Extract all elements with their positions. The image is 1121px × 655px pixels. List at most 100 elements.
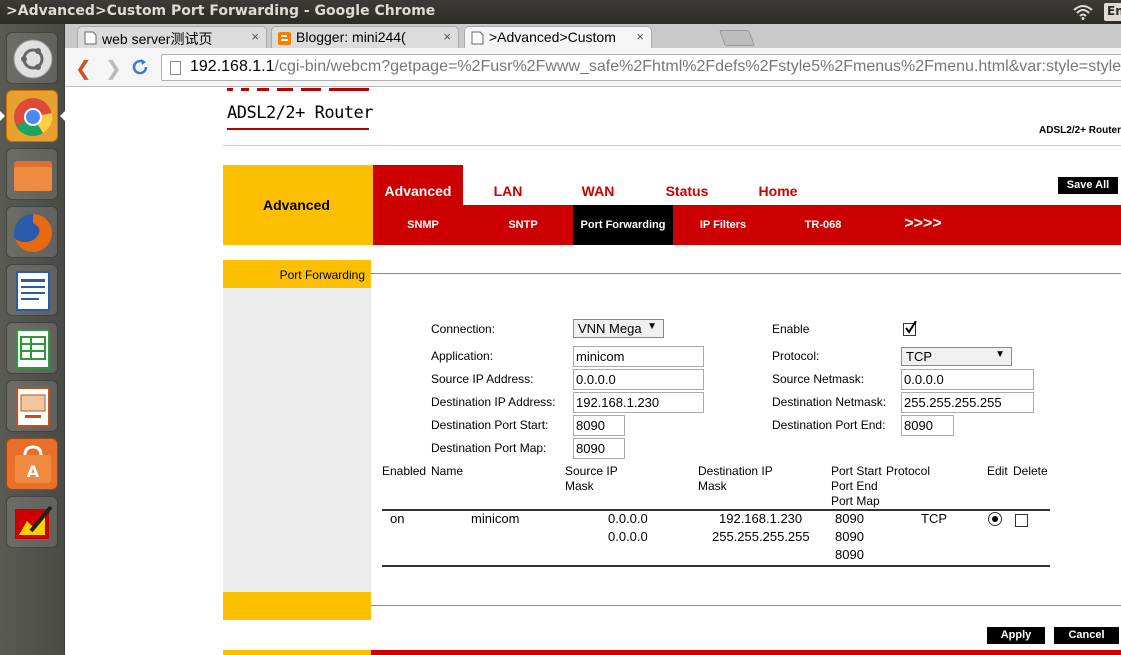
row-port-end: 8090 <box>835 529 864 544</box>
subtab-tr068[interactable]: TR-068 <box>773 205 873 245</box>
main-nav: Advanced LAN WAN Status Home <box>373 165 1121 205</box>
files-icon[interactable] <box>6 148 58 200</box>
chrome-icon[interactable] <box>6 90 58 142</box>
source-ip-input[interactable]: 0.0.0.0 <box>573 369 704 390</box>
close-icon[interactable]: × <box>251 29 259 44</box>
tab-home[interactable]: Home <box>743 165 813 205</box>
tab-lan[interactable]: LAN <box>473 165 543 205</box>
port-start-label: Destination Port Start: <box>431 418 549 432</box>
dropdown-caret-icon: ▼ <box>995 349 1005 360</box>
col-port-end: Port End <box>831 479 878 493</box>
window-title: >Advanced>Custom Port Forwarding - Googl… <box>6 3 436 19</box>
enable-checkbox[interactable] <box>903 321 917 336</box>
sub-nav: SNMP SNTP Port Forwarding IP Filters TR-… <box>373 205 1121 245</box>
logo-dash <box>301 88 321 91</box>
row-port-start: 8090 <box>835 511 864 526</box>
row-enabled: on <box>390 511 405 526</box>
destination-netmask-label: Destination Netmask: <box>772 395 887 409</box>
left-panel <box>223 288 371 592</box>
launcher: A <box>0 24 65 655</box>
logo-dash <box>277 88 293 91</box>
destination-ip-label: Destination IP Address: <box>431 395 556 409</box>
divider <box>371 605 1121 606</box>
col-destination-ip: Destination IP <box>698 464 773 478</box>
bottom-yellow-strip <box>223 650 371 655</box>
tab-label: Blogger: mini244( <box>296 29 406 45</box>
row-source-mask: 0.0.0.0 <box>608 529 648 544</box>
port-map-input[interactable]: 8090 <box>573 438 625 459</box>
destination-netmask-input[interactable]: 255.255.255.255 <box>901 392 1034 413</box>
paint-icon[interactable] <box>6 496 58 548</box>
new-tab-button[interactable] <box>719 30 755 46</box>
footer-bar <box>223 592 371 620</box>
port-start-input[interactable]: 8090 <box>573 415 625 436</box>
tab-strip: web server测试页 × Blogger: mini244( × >Adv… <box>65 24 1121 49</box>
page-title: Port Forwarding <box>279 268 365 282</box>
port-end-input[interactable]: 8090 <box>901 415 954 436</box>
source-netmask-input[interactable]: 0.0.0.0 <box>901 369 1034 390</box>
col-source-ip: Source IP <box>565 464 618 478</box>
tab-label: >Advanced>Custom <box>489 29 616 45</box>
source-netmask-label: Source Netmask: <box>772 372 865 386</box>
tab-status[interactable]: Status <box>651 165 723 205</box>
protocol-value: TCP <box>906 349 932 364</box>
apply-button[interactable]: Apply <box>987 627 1045 644</box>
calc-icon[interactable] <box>6 322 58 374</box>
protocol-select[interactable]: TCP ▼ <box>901 347 1012 366</box>
close-icon[interactable]: × <box>636 29 644 44</box>
row-name: minicom <box>471 511 520 526</box>
wifi-icon[interactable] <box>1072 4 1094 20</box>
subtab-ip-filters[interactable]: IP Filters <box>673 205 773 245</box>
software-center-icon[interactable]: A <box>6 438 58 490</box>
row-destination-mask: 255.255.255.255 <box>712 529 810 544</box>
application-input[interactable]: minicom <box>573 346 704 367</box>
logo-underline <box>227 128 369 130</box>
subtab-snmp[interactable]: SNMP <box>373 205 473 245</box>
subtab-sntp[interactable]: SNTP <box>473 205 573 245</box>
connection-select[interactable]: VNN Mega ▼ <box>573 319 664 338</box>
col-protocol: Protocol <box>886 464 931 478</box>
router-logo: ADSL2/2+ Router <box>227 103 374 123</box>
protocol-label: Protocol: <box>772 349 820 363</box>
close-icon[interactable]: × <box>443 29 451 44</box>
writer-icon[interactable] <box>6 264 58 316</box>
url-host: 192.168.1.1 <box>190 58 275 75</box>
page-icon <box>170 61 181 75</box>
reload-icon[interactable] <box>131 58 149 76</box>
tab-wan[interactable]: WAN <box>563 165 633 205</box>
delete-checkbox[interactable] <box>1015 514 1028 527</box>
divider <box>371 273 1121 274</box>
section-header: Advanced <box>223 165 373 245</box>
col-port-map: Port Map <box>831 494 880 508</box>
blogger-icon <box>278 32 291 45</box>
row-source-ip: 0.0.0.0 <box>608 511 648 526</box>
tab-blogger[interactable]: Blogger: mini244( × <box>271 26 459 48</box>
col-name: Name <box>431 464 464 478</box>
row-protocol: TCP <box>921 511 947 526</box>
forward-icon[interactable]: ❯ <box>105 56 122 81</box>
firefox-icon[interactable] <box>6 206 58 258</box>
subtab-more[interactable]: >>>> <box>873 205 973 245</box>
address-bar[interactable]: 192.168.1.1/cgi-bin/webcm?getpage=%2Fusr… <box>161 54 1121 81</box>
back-icon[interactable]: ❮ <box>75 56 92 81</box>
connection-value: VNN Mega <box>578 321 642 336</box>
save-all-button[interactable]: Save All <box>1058 177 1118 194</box>
keyboard-layout-indicator[interactable]: En <box>1104 3 1121 21</box>
tab-port-forwarding[interactable]: >Advanced>Custom × <box>464 26 652 49</box>
tab-advanced[interactable]: Advanced <box>373 165 463 205</box>
ubuntu-dash-icon[interactable] <box>6 32 58 84</box>
checkmark-icon <box>905 321 917 334</box>
destination-ip-input[interactable]: 192.168.1.230 <box>573 392 704 413</box>
application-label: Application: <box>431 349 494 363</box>
divider <box>223 145 1121 146</box>
cancel-button[interactable]: Cancel <box>1054 627 1119 644</box>
edit-radio[interactable] <box>988 512 1002 526</box>
system-top-bar: >Advanced>Custom Port Forwarding - Googl… <box>0 0 1121 24</box>
col-edit: Edit <box>987 464 1008 478</box>
enable-label: Enable <box>772 322 810 336</box>
subtab-port-forwarding[interactable]: Port Forwarding <box>573 205 673 245</box>
router-page: ADSL2/2+ Router ADSL2/2+ Router Advanced… <box>65 87 1121 655</box>
tab-web-server[interactable]: web server测试页 × <box>77 26 267 48</box>
section-title: Advanced <box>263 197 330 213</box>
impress-icon[interactable] <box>6 380 58 432</box>
